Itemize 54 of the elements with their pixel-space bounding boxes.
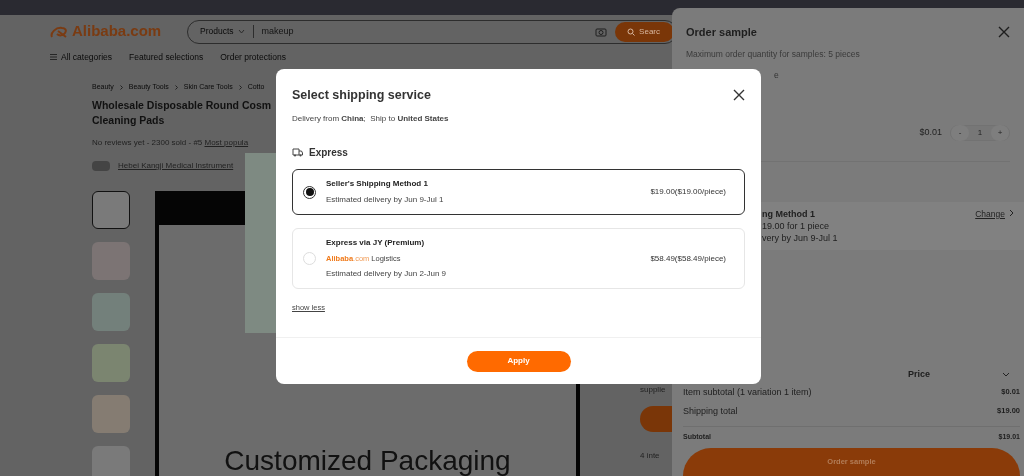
close-icon[interactable] <box>733 89 745 101</box>
supplier-badge-icon <box>92 161 110 171</box>
chevron-right-icon <box>238 84 242 90</box>
truck-icon <box>292 148 303 157</box>
search-button[interactable]: Searc <box>615 21 674 42</box>
thumbnail[interactable] <box>92 344 130 382</box>
price-label: Item subtotal (1 variation 1 item) <box>683 385 812 399</box>
contact-button[interactable] <box>640 406 672 432</box>
variation-label: e <box>774 68 779 82</box>
unit-price: $0.01 <box>919 125 942 139</box>
chevron-right-icon <box>119 84 123 90</box>
nav-link[interactable]: All categories <box>50 50 113 64</box>
search-icon <box>627 27 636 36</box>
drawer-title: Order sample <box>686 24 757 40</box>
nav-link[interactable]: Order protections <box>220 50 286 64</box>
shipping-delivery: very by Jun 9-Jul 1 <box>762 231 838 244</box>
thumbnail[interactable] <box>92 395 130 433</box>
logo-text: Alibaba.com <box>72 21 162 42</box>
product-title: Cleaning Pads <box>92 113 165 128</box>
option-price: $58.49($58.49/piece) <box>650 252 726 265</box>
apply-button[interactable]: Apply <box>466 350 571 372</box>
dialog-title: Select shipping service <box>292 86 431 104</box>
delivery-route: Delivery from China; Ship to United States <box>292 113 449 125</box>
change-link[interactable]: Change <box>975 207 1014 221</box>
search-field[interactable]: makeup <box>261 24 596 39</box>
thumbnail[interactable] <box>92 191 130 229</box>
thumbnail[interactable] <box>92 293 130 331</box>
option-name: Seller's Shipping Method 1 <box>326 178 428 190</box>
shipping-method: ng Method 1 <box>762 207 815 220</box>
caret-icon <box>237 29 245 34</box>
nav-link[interactable]: Featured selections <box>129 50 204 64</box>
price-heading: Price <box>908 368 930 381</box>
menu-icon <box>50 54 57 60</box>
image-caption: Customized Packaging <box>224 445 511 476</box>
quantity-field[interactable]: 1 <box>969 126 991 139</box>
logo-icon <box>50 24 68 39</box>
increment-button[interactable]: + <box>991 124 1009 141</box>
chevron-right-icon <box>1009 208 1014 217</box>
option-name: Express via JY (Premium) <box>326 237 425 249</box>
ranking-link[interactable]: Most popula <box>204 138 249 147</box>
option-delivery: Estimated delivery by Jun 2-Jun 9 <box>326 268 447 281</box>
camera-icon[interactable] <box>595 26 608 37</box>
price-label: Shipping total <box>683 404 738 418</box>
chevron-right-icon <box>174 84 178 90</box>
section-heading: Express <box>309 146 348 160</box>
shipping-cost: 19.00 for 1 piece <box>762 219 830 232</box>
decrement-button[interactable]: - <box>951 124 969 141</box>
option-price: $19.00($19.00/piece) <box>650 186 726 198</box>
thumbnail[interactable] <box>92 242 130 280</box>
shipping-option[interactable]: Seller's Shipping Method 1 Estimated delivery by Jun 9-Jul 1 $19.00($19.00/piece) <box>292 169 745 215</box>
category-dropdown[interactable]: Products <box>200 25 254 38</box>
option-delivery: Estimated delivery by Jun 9-Jul 1 <box>326 194 444 206</box>
chevron-down-icon[interactable] <box>1002 372 1010 378</box>
product-title: Wholesale Disposable Round Cosm <box>92 98 272 113</box>
